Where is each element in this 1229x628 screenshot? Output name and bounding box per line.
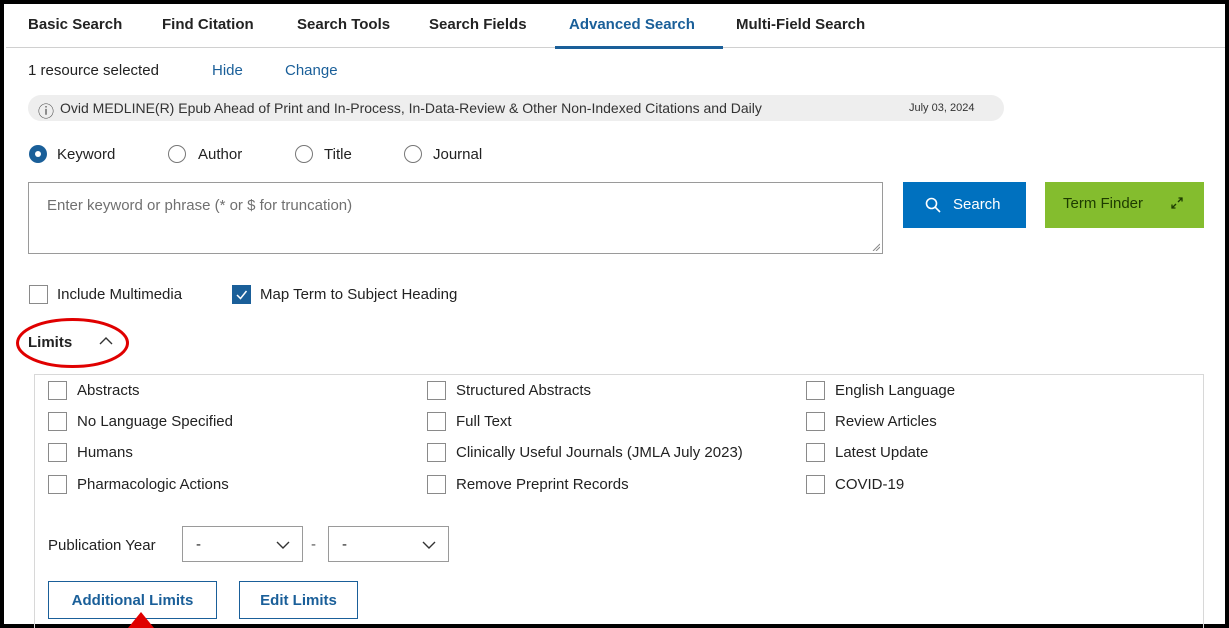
annotation-arrow bbox=[128, 612, 154, 628]
radio-title[interactable] bbox=[295, 145, 313, 163]
hide-link[interactable]: Hide bbox=[212, 62, 243, 79]
search-button-label: Search bbox=[953, 196, 1001, 213]
radio-journal-label: Journal bbox=[433, 146, 483, 163]
year-from-value: - bbox=[196, 536, 201, 553]
radio-title-label: Title bbox=[324, 146, 352, 163]
limit-full-text-label: Full Text bbox=[456, 413, 512, 430]
limit-latest-update-label: Latest Update bbox=[835, 444, 929, 461]
limit-clinically-useful-label: Clinically Useful Journals (JMLA July 20… bbox=[456, 444, 743, 461]
include-multimedia-label: Include Multimedia bbox=[57, 286, 183, 303]
change-link[interactable]: Change bbox=[285, 62, 338, 79]
chevron-down-icon bbox=[422, 541, 436, 549]
radio-author[interactable] bbox=[168, 145, 186, 163]
limit-no-language-checkbox[interactable] bbox=[48, 412, 67, 431]
search-mode-tabs: Basic Search Find Citation Search Tools … bbox=[6, 4, 1225, 49]
tab-basic-search[interactable]: Basic Search bbox=[28, 16, 122, 33]
limit-humans-label: Humans bbox=[77, 444, 133, 461]
term-finder-label: Term Finder bbox=[1063, 195, 1144, 212]
year-to-value: - bbox=[342, 536, 347, 553]
active-tab-indicator bbox=[555, 46, 723, 49]
limit-english-checkbox[interactable] bbox=[806, 381, 825, 400]
radio-journal[interactable] bbox=[404, 145, 422, 163]
limit-full-text-checkbox[interactable] bbox=[427, 412, 446, 431]
publication-year-label: Publication Year bbox=[48, 537, 156, 554]
limit-structured-abstracts-label: Structured Abstracts bbox=[456, 382, 592, 399]
term-finder-button[interactable]: Term Finder bbox=[1045, 182, 1204, 228]
map-term-checkbox[interactable] bbox=[232, 285, 251, 304]
limit-covid-label: COVID-19 bbox=[835, 476, 905, 493]
chevron-down-icon bbox=[276, 541, 290, 549]
search-button[interactable]: Search bbox=[903, 182, 1026, 228]
limit-english-label: English Language bbox=[835, 382, 956, 399]
year-from-select[interactable]: - bbox=[182, 526, 303, 562]
check-icon bbox=[236, 290, 248, 300]
resource-name: Ovid MEDLINE(R) Epub Ahead of Print and … bbox=[60, 100, 762, 116]
expand-icon bbox=[1171, 197, 1183, 209]
search-icon bbox=[925, 197, 941, 213]
limit-abstracts-label: Abstracts bbox=[77, 382, 140, 399]
limit-clinically-useful-checkbox[interactable] bbox=[427, 443, 446, 462]
search-placeholder: Enter keyword or phrase (* or $ for trun… bbox=[47, 197, 353, 214]
map-term-label: Map Term to Subject Heading bbox=[260, 286, 458, 303]
include-multimedia-checkbox[interactable] bbox=[29, 285, 48, 304]
limit-no-language-label: No Language Specified bbox=[77, 413, 233, 430]
limit-review-articles-checkbox[interactable] bbox=[806, 412, 825, 431]
year-to-select[interactable]: - bbox=[328, 526, 449, 562]
limit-pharmacologic-checkbox[interactable] bbox=[48, 475, 67, 494]
tab-search-tools[interactable]: Search Tools bbox=[297, 16, 390, 33]
limit-pharmacologic-label: Pharmacologic Actions bbox=[77, 476, 229, 493]
annotation-circle bbox=[16, 318, 129, 368]
limit-abstracts-checkbox[interactable] bbox=[48, 381, 67, 400]
tab-search-fields[interactable]: Search Fields bbox=[429, 16, 527, 33]
tab-advanced-search[interactable]: Advanced Search bbox=[569, 16, 695, 33]
limit-latest-update-checkbox[interactable] bbox=[806, 443, 825, 462]
tab-find-citation[interactable]: Find Citation bbox=[162, 16, 254, 33]
limit-remove-preprint-checkbox[interactable] bbox=[427, 475, 446, 494]
radio-keyword[interactable] bbox=[29, 145, 47, 163]
tab-multi-field-search[interactable]: Multi-Field Search bbox=[736, 16, 865, 33]
resize-grip-icon[interactable] bbox=[872, 243, 880, 251]
info-icon: ⓘ bbox=[38, 104, 55, 121]
limit-humans-checkbox[interactable] bbox=[48, 443, 67, 462]
resource-count-text: 1 resource selected bbox=[28, 62, 159, 79]
radio-keyword-label: Keyword bbox=[57, 146, 116, 163]
limit-review-articles-label: Review Articles bbox=[835, 413, 937, 430]
limit-remove-preprint-label: Remove Preprint Records bbox=[456, 476, 629, 493]
limit-covid-checkbox[interactable] bbox=[806, 475, 825, 494]
limit-structured-abstracts-checkbox[interactable] bbox=[427, 381, 446, 400]
resource-info-pill: ⓘ Ovid MEDLINE(R) Epub Ahead of Print an… bbox=[28, 95, 1004, 121]
year-separator: - bbox=[311, 536, 316, 553]
resource-date: July 03, 2024 bbox=[909, 102, 975, 114]
edit-limits-button[interactable]: Edit Limits bbox=[239, 581, 358, 619]
keyword-search-input[interactable]: Enter keyword or phrase (* or $ for trun… bbox=[28, 182, 883, 254]
radio-author-label: Author bbox=[198, 146, 243, 163]
